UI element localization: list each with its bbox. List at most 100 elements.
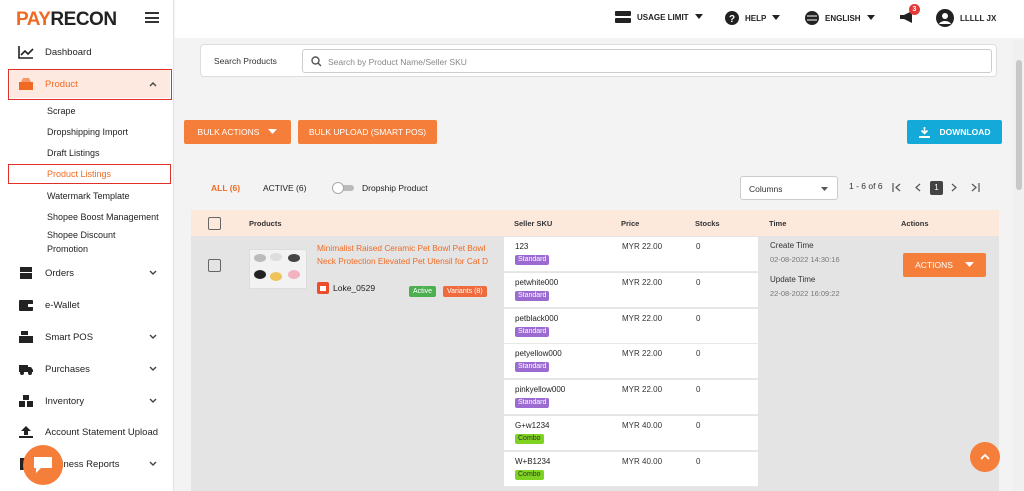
sidebar-item-account-statement[interactable]: Account Statement Upload (0, 418, 174, 446)
stock-value: 0 (696, 313, 701, 323)
price-value: MYR 22.00 (622, 242, 663, 251)
caret-down-icon (866, 15, 875, 20)
seller-sku: W+B1234 (515, 456, 551, 466)
app-logo[interactable]: PAYRECON (16, 9, 117, 31)
highlight-product (8, 69, 172, 100)
sub-item-watermark-template[interactable]: Watermark Template (47, 191, 130, 201)
next-page-icon[interactable] (950, 183, 958, 192)
status-badge: Active (409, 286, 437, 297)
usage-limit-menu[interactable]: USAGE LIMIT (615, 11, 709, 23)
stock-value: 0 (696, 349, 701, 359)
user-menu[interactable]: LLLLL JX (936, 9, 996, 27)
scroll-top-button[interactable] (970, 442, 1000, 472)
last-page-icon[interactable] (970, 183, 980, 192)
product-title-link[interactable]: Minimalist Raised Ceramic Pet Bowl Pet B… (317, 242, 497, 268)
sidebar-item-dashboard[interactable]: Dashboard (0, 38, 174, 66)
dropship-label: Dropship Product (362, 183, 428, 193)
search-icon (311, 56, 322, 67)
chevron-down-icon (149, 334, 157, 339)
stock-value: 0 (696, 242, 701, 251)
sub-item-scrape[interactable]: Scrape (47, 106, 76, 116)
seller-sku: petblack000 (515, 313, 559, 323)
variants-badge[interactable]: Variants (8) (443, 286, 487, 297)
sku-row: G+w1234 Combo MYR 40.00 0 (504, 416, 758, 451)
boxes-icon (19, 395, 33, 407)
price-value: MYR 22.00 (622, 313, 663, 323)
create-time-label: Create Time (770, 241, 814, 250)
sku-type-tag: Standard (515, 398, 550, 409)
sub-item-dropshipping-import[interactable]: Dropshipping Import (47, 127, 128, 137)
first-page-icon[interactable] (892, 183, 902, 192)
page-number-button[interactable]: 1 (930, 181, 943, 195)
sidebar-item-inventory[interactable]: Inventory (0, 387, 174, 415)
sub-item-promotion[interactable]: Promotion (47, 244, 88, 254)
download-icon (918, 126, 930, 138)
caret-down-icon (821, 187, 828, 191)
sidebar: PAYRECON Dashboard Product Scrape Dropsh… (0, 0, 174, 491)
sku-type-tag: Combo (515, 434, 544, 444)
price-value: MYR 22.00 (622, 349, 663, 359)
sidebar-item-purchases[interactable]: Purchases (0, 355, 174, 383)
chart-line-icon (18, 46, 34, 59)
help-menu[interactable]: ? HELP (725, 11, 786, 25)
sku-row: W+B1234 Combo MYR 40.00 0 (504, 451, 758, 487)
chevron-down-icon (149, 398, 157, 403)
language-menu[interactable]: ENGLISH (805, 11, 881, 25)
caret-down-icon (694, 14, 703, 19)
sku-type-tag: Standard (515, 290, 550, 301)
scrollbar-track[interactable] (1014, 40, 1024, 491)
search-input[interactable]: Search by Product Name/Seller SKU (302, 49, 992, 73)
sub-item-draft-listings[interactable]: Draft Listings (47, 148, 100, 158)
tab-active[interactable]: ACTIVE (6) (263, 183, 306, 193)
shop-name: Loke_0529 (333, 283, 376, 293)
row-checkbox[interactable] (208, 259, 221, 272)
truck-icon (19, 365, 33, 375)
bulk-actions-button[interactable]: BULK ACTIONS (184, 120, 291, 144)
download-button[interactable]: DOWNLOAD (907, 120, 1002, 144)
pagination-range: 1 - 6 of 6 (849, 181, 883, 191)
col-time: Time (769, 219, 787, 228)
caret-down-icon (772, 15, 781, 20)
product-thumbnail[interactable] (249, 249, 307, 289)
col-stocks: Stocks (695, 219, 720, 228)
col-products: Products (249, 219, 282, 228)
search-panel: Search Products Search by Product Name/S… (200, 44, 997, 77)
row-actions-button[interactable]: ACTIONS (903, 253, 986, 277)
chat-bubble-button[interactable] (23, 445, 63, 485)
top-bar: USAGE LIMIT ? HELP ENGLISH 3 LLLLL JX (175, 0, 1024, 38)
columns-select[interactable]: Columns (740, 176, 838, 200)
select-all-checkbox[interactable] (208, 217, 221, 230)
sku-type-tag: Standard (515, 326, 550, 337)
sidebar-item-smart-pos[interactable]: Smart POS (0, 323, 174, 351)
user-avatar-icon (936, 9, 954, 27)
sku-row: petyellow000 Standard MYR 22.00 0 (504, 344, 758, 380)
sub-item-shopee-discount[interactable]: Shopee Discount (47, 230, 116, 240)
sidebar-item-orders[interactable]: Orders (0, 259, 174, 287)
sub-item-shopee-boost[interactable]: Shopee Boost Management (47, 212, 159, 222)
globe-icon (805, 11, 819, 25)
notifications-button[interactable]: 3 (899, 4, 921, 24)
sku-row: 123 Standard MYR 22.00 0 (504, 237, 758, 272)
price-value: MYR 22.00 (622, 385, 663, 395)
sidebar-item-ewallet[interactable]: e-Wallet (0, 291, 174, 319)
scrollbar-thumb[interactable] (1016, 60, 1022, 190)
dropship-toggle[interactable] (332, 182, 354, 194)
server-icon (615, 11, 631, 23)
prev-page-icon[interactable] (914, 183, 922, 192)
menu-toggle-icon[interactable] (145, 12, 159, 23)
seller-sku: petyellow000 (515, 349, 562, 359)
chat-icon (34, 457, 52, 473)
bulk-upload-button[interactable]: BULK UPLOAD (SMART POS) (298, 120, 437, 144)
tab-all[interactable]: ALL (6) (211, 183, 240, 193)
caret-down-icon (268, 129, 278, 134)
table-header: Products Seller SKU Price Stocks Time Ac… (191, 210, 999, 236)
box-stack-icon (20, 267, 32, 279)
sku-type-tag: Combo (515, 469, 544, 480)
col-price: Price (621, 219, 640, 228)
stock-value: 0 (696, 456, 701, 466)
stock-value: 0 (696, 421, 701, 430)
notification-badge: 3 (909, 4, 920, 15)
sku-type-tag: Standard (515, 255, 550, 265)
seller-sku: 123 (515, 242, 529, 251)
shopee-icon (317, 282, 329, 294)
